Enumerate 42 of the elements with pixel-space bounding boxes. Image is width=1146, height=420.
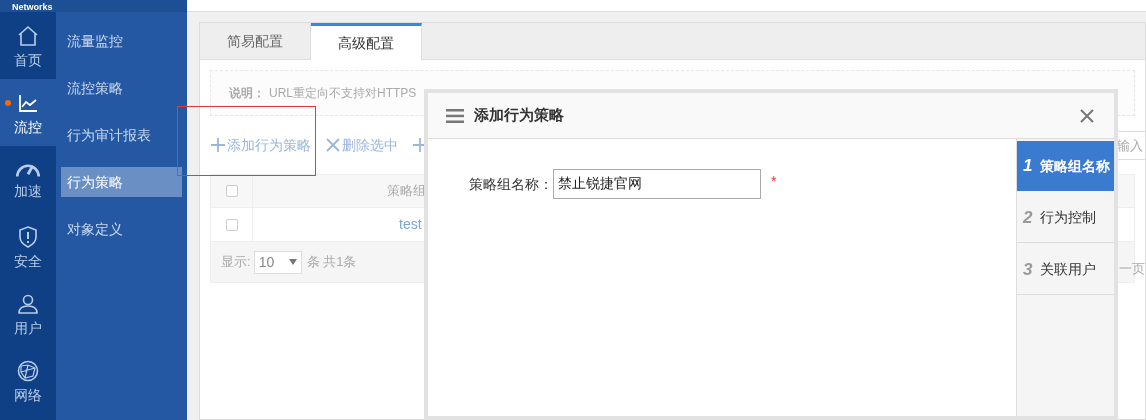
nav-label: 安全 <box>14 252 42 269</box>
checkbox[interactable] <box>225 218 238 231</box>
nav-label: 网络 <box>14 386 42 403</box>
nav-item[interactable]: 流控 <box>0 79 56 146</box>
nav-label: 加速 <box>14 182 42 199</box>
sub-menu-item[interactable]: 行为审计报表 <box>61 120 182 150</box>
nav-label: 用户 <box>14 319 42 336</box>
brand-name: Networks <box>12 2 53 12</box>
sub-menu-item[interactable]: 流控策略 <box>61 73 182 103</box>
home-icon <box>16 23 40 48</box>
table-cell-text: test <box>399 215 422 234</box>
total-count: 条 共1条 <box>306 253 357 272</box>
step-number: 2 <box>1023 206 1033 229</box>
step-label: 行为控制 <box>1040 208 1097 227</box>
shield-icon <box>16 224 40 249</box>
step-number: 3 <box>1023 258 1033 281</box>
close-button[interactable] <box>1078 106 1096 125</box>
step-label: 关联用户 <box>1040 260 1097 279</box>
plus-icon <box>210 137 226 153</box>
step-number: 1 <box>1023 155 1033 178</box>
cross-icon <box>325 137 341 153</box>
dialog-title: 添加行为策略 <box>474 105 564 126</box>
nav-label: 首页 <box>14 51 42 68</box>
sub-menu-item[interactable]: 行为策略 <box>61 167 182 197</box>
column-header: 策略组 <box>387 182 426 201</box>
required-mark: * <box>771 172 777 191</box>
sub-menu-item[interactable]: 对象定义 <box>61 214 182 244</box>
globe-icon <box>16 358 40 383</box>
page-size-select[interactable]: 10 <box>253 250 302 274</box>
caret-icon <box>288 259 297 265</box>
name-field[interactable]: 禁止锐捷官网 <box>553 169 761 199</box>
sub-menu-item[interactable]: 流量监控 <box>61 26 182 56</box>
notice-text: URL重定向不支持对HTTPS <box>269 85 417 102</box>
show-label: 显示: <box>221 253 251 272</box>
step-label: 策略组名称 <box>1040 156 1111 176</box>
tab[interactable]: 高级配置 <box>311 23 422 60</box>
menu-icon <box>446 108 464 123</box>
notice-label: 说明： <box>229 85 265 102</box>
field-label: 策略组名称： <box>468 174 553 194</box>
checkbox[interactable] <box>225 185 238 197</box>
nav-label: 流控 <box>14 118 42 135</box>
step-item[interactable]: 1 策略组名称 <box>1017 141 1114 191</box>
